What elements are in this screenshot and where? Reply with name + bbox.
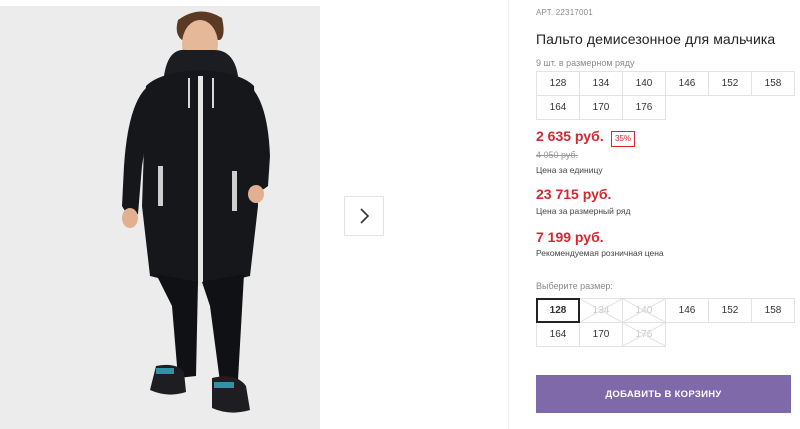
size-option[interactable]: 158 [751, 298, 795, 323]
size-option-disabled: 176 [622, 322, 666, 347]
product-gallery [0, 0, 508, 429]
row-price: 23 715 руб. [536, 186, 612, 202]
size-option[interactable]: 164 [536, 322, 580, 347]
size-option[interactable]: 152 [708, 298, 752, 323]
size-option-disabled: 140 [622, 298, 666, 323]
boy-in-coat-illustration [0, 6, 320, 429]
discount-badge: 35% [611, 131, 636, 147]
retail-price: 7 199 руб. [536, 229, 604, 245]
size-row-cell: 146 [665, 71, 709, 96]
cross-out-icon [580, 299, 622, 322]
cross-out-icon [623, 299, 665, 322]
size-row-cell: 140 [622, 71, 666, 96]
cross-out-icon [623, 323, 665, 346]
size-option-disabled: 134 [579, 298, 623, 323]
product-photo [0, 6, 320, 429]
chevron-right-icon [360, 208, 370, 224]
size-select-grid: 128 134 140 146 152 158 164 170 176 [536, 298, 795, 347]
divider [508, 0, 509, 429]
size-row-cell: 128 [536, 71, 580, 96]
size-row-cell: 152 [708, 71, 752, 96]
old-price: 4 050 руб. [536, 150, 579, 160]
product-info: АРТ. 22317001 Пальто демисезонное для ма… [536, 0, 800, 429]
row-price-caption: Цена за размерный ряд [536, 206, 631, 216]
next-image-button[interactable] [344, 196, 384, 236]
add-to-cart-button[interactable]: ДОБАВИТЬ В КОРЗИНУ [536, 375, 791, 413]
size-select-label: Выберите размер: [536, 281, 613, 291]
size-row-grid: 128 134 140 146 152 158 164 170 176 [536, 71, 795, 120]
size-row-cell: 134 [579, 71, 623, 96]
size-row-cell: 164 [536, 95, 580, 120]
size-row-cell: 170 [579, 95, 623, 120]
size-row-cell: 176 [622, 95, 666, 120]
article-number: АРТ. 22317001 [536, 8, 593, 17]
product-title: Пальто демисезонное для мальчика [536, 31, 776, 47]
unit-price-caption: Цена за единицу [536, 165, 603, 175]
retail-price-caption: Рекомендуемая розничная цена [536, 248, 664, 258]
size-option[interactable]: 170 [579, 322, 623, 347]
size-option[interactable]: 146 [665, 298, 709, 323]
size-row-cell: 158 [751, 71, 795, 96]
size-count: 9 шт. в размерном ряду [536, 58, 635, 68]
unit-price: 2 635 руб. [536, 128, 604, 144]
size-option[interactable]: 128 [536, 298, 580, 323]
